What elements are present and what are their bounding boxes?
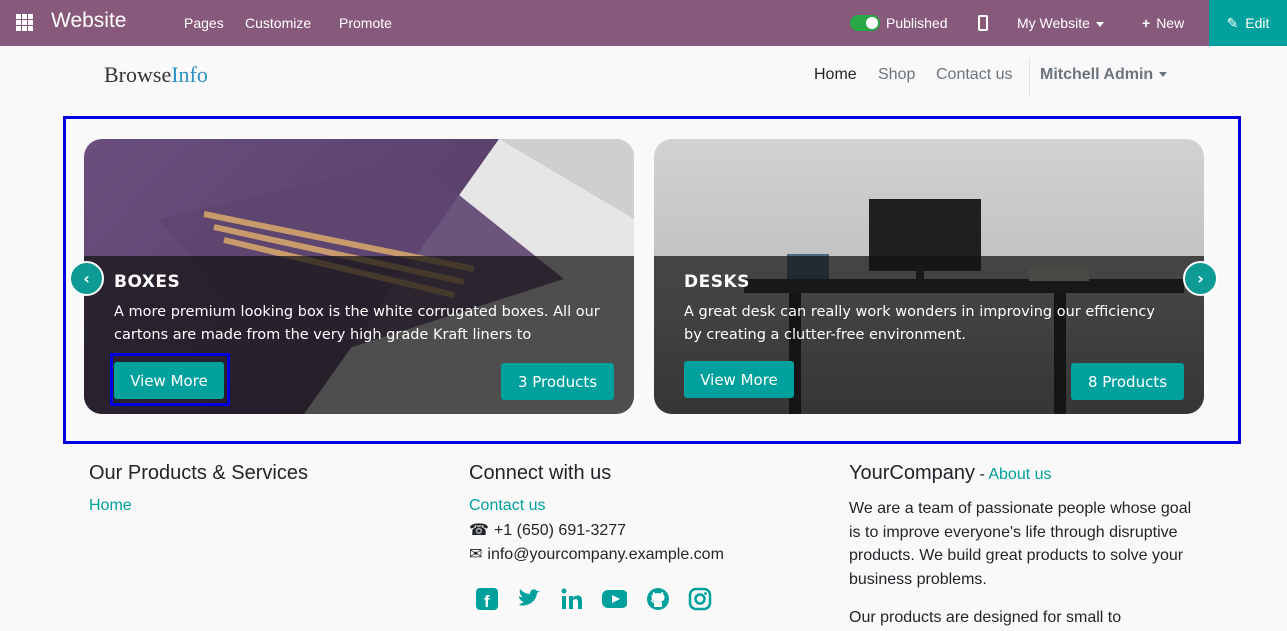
pencil-icon: ✎ [1226,14,1239,31]
view-more-highlight [110,353,230,406]
footer-contact-link[interactable]: Contact us [469,497,545,515]
published-label: Published [886,15,948,31]
envelope-icon: ✉ [469,546,483,563]
footer-connect-heading: Connect with us [469,462,612,484]
facebook-icon[interactable]: f [474,586,500,612]
user-name: Mitchell Admin [1040,66,1154,83]
company-separator: - [975,466,989,483]
carousel-prev-button[interactable]: ‹ [69,261,104,296]
site-selector-label: My Website [1017,15,1090,31]
github-icon[interactable] [645,586,671,612]
email-address[interactable]: info@yourcompany.example.com [487,546,724,563]
nav-pages[interactable]: Pages [184,15,224,31]
company-description: We are a team of passionate people whose… [849,500,1192,588]
company-name: YourCompany [849,462,976,484]
products-count-button[interactable]: 3 Products [501,363,614,400]
new-button[interactable]: + New [1142,15,1184,31]
caret-down-icon [1095,21,1104,27]
caret-down-icon [1159,72,1168,78]
edit-label: Edit [1245,15,1270,31]
footer-products-heading: Our Products & Services [89,462,308,484]
card-description: A more premium looking box is the white … [114,304,600,343]
footer-company: YourCompany - About us [849,462,1052,485]
phone-number: +1 (650) 691-3277 [493,522,627,539]
chevron-right-icon: › [1197,269,1204,288]
logo-part1: Browse [104,62,172,87]
published-toggle[interactable] [850,15,880,31]
website-topbar: Website Pages Customize Promote Publishe… [0,0,1287,46]
mobile-icon[interactable] [978,15,988,31]
category-card-desks: DESKS A great desk can really work wonde… [654,139,1204,414]
menu-home[interactable]: Home [814,66,857,84]
carousel-next-button[interactable]: › [1183,261,1218,296]
plus-icon: + [1142,15,1151,31]
view-more-button[interactable]: View More [684,361,794,398]
phone-icon: ☎ [469,522,489,539]
apps-grid-icon[interactable] [16,14,33,31]
chevron-left-icon: ‹ [83,269,90,288]
user-menu[interactable]: Mitchell Admin [1040,66,1168,84]
twitter-icon[interactable] [516,586,542,612]
nav-promote[interactable]: Promote [339,15,392,31]
card-title: DESKS [684,272,750,292]
youtube-icon[interactable] [601,586,627,612]
company-description-2: Our products are designed for small to [849,609,1122,626]
menu-divider [1029,58,1030,96]
linkedin-icon[interactable] [559,586,585,612]
menu-contact-us[interactable]: Contact us [936,66,1012,84]
edit-button[interactable]: ✎ Edit [1209,0,1287,46]
logo-part2: Info [171,62,208,87]
card-title: BOXES [114,272,181,292]
footer-phone: ☎ +1 (650) 691-3277 [469,520,626,540]
footer-email: ✉ info@yourcompany.example.com [469,544,724,564]
svg-text:f: f [484,592,490,611]
nav-customize[interactable]: Customize [245,15,311,31]
card-description: A great desk can really work wonders in … [684,304,1155,343]
instagram-icon[interactable] [687,586,713,612]
footer-home-link[interactable]: Home [89,497,132,515]
about-us-link[interactable]: About us [988,466,1051,483]
products-count-button[interactable]: 8 Products [1071,363,1184,400]
app-title: Website [51,9,127,32]
site-selector[interactable]: My Website [1017,15,1104,31]
menu-shop[interactable]: Shop [878,66,915,84]
site-logo[interactable]: BrowseInfo [104,62,208,88]
new-label: New [1156,15,1185,31]
